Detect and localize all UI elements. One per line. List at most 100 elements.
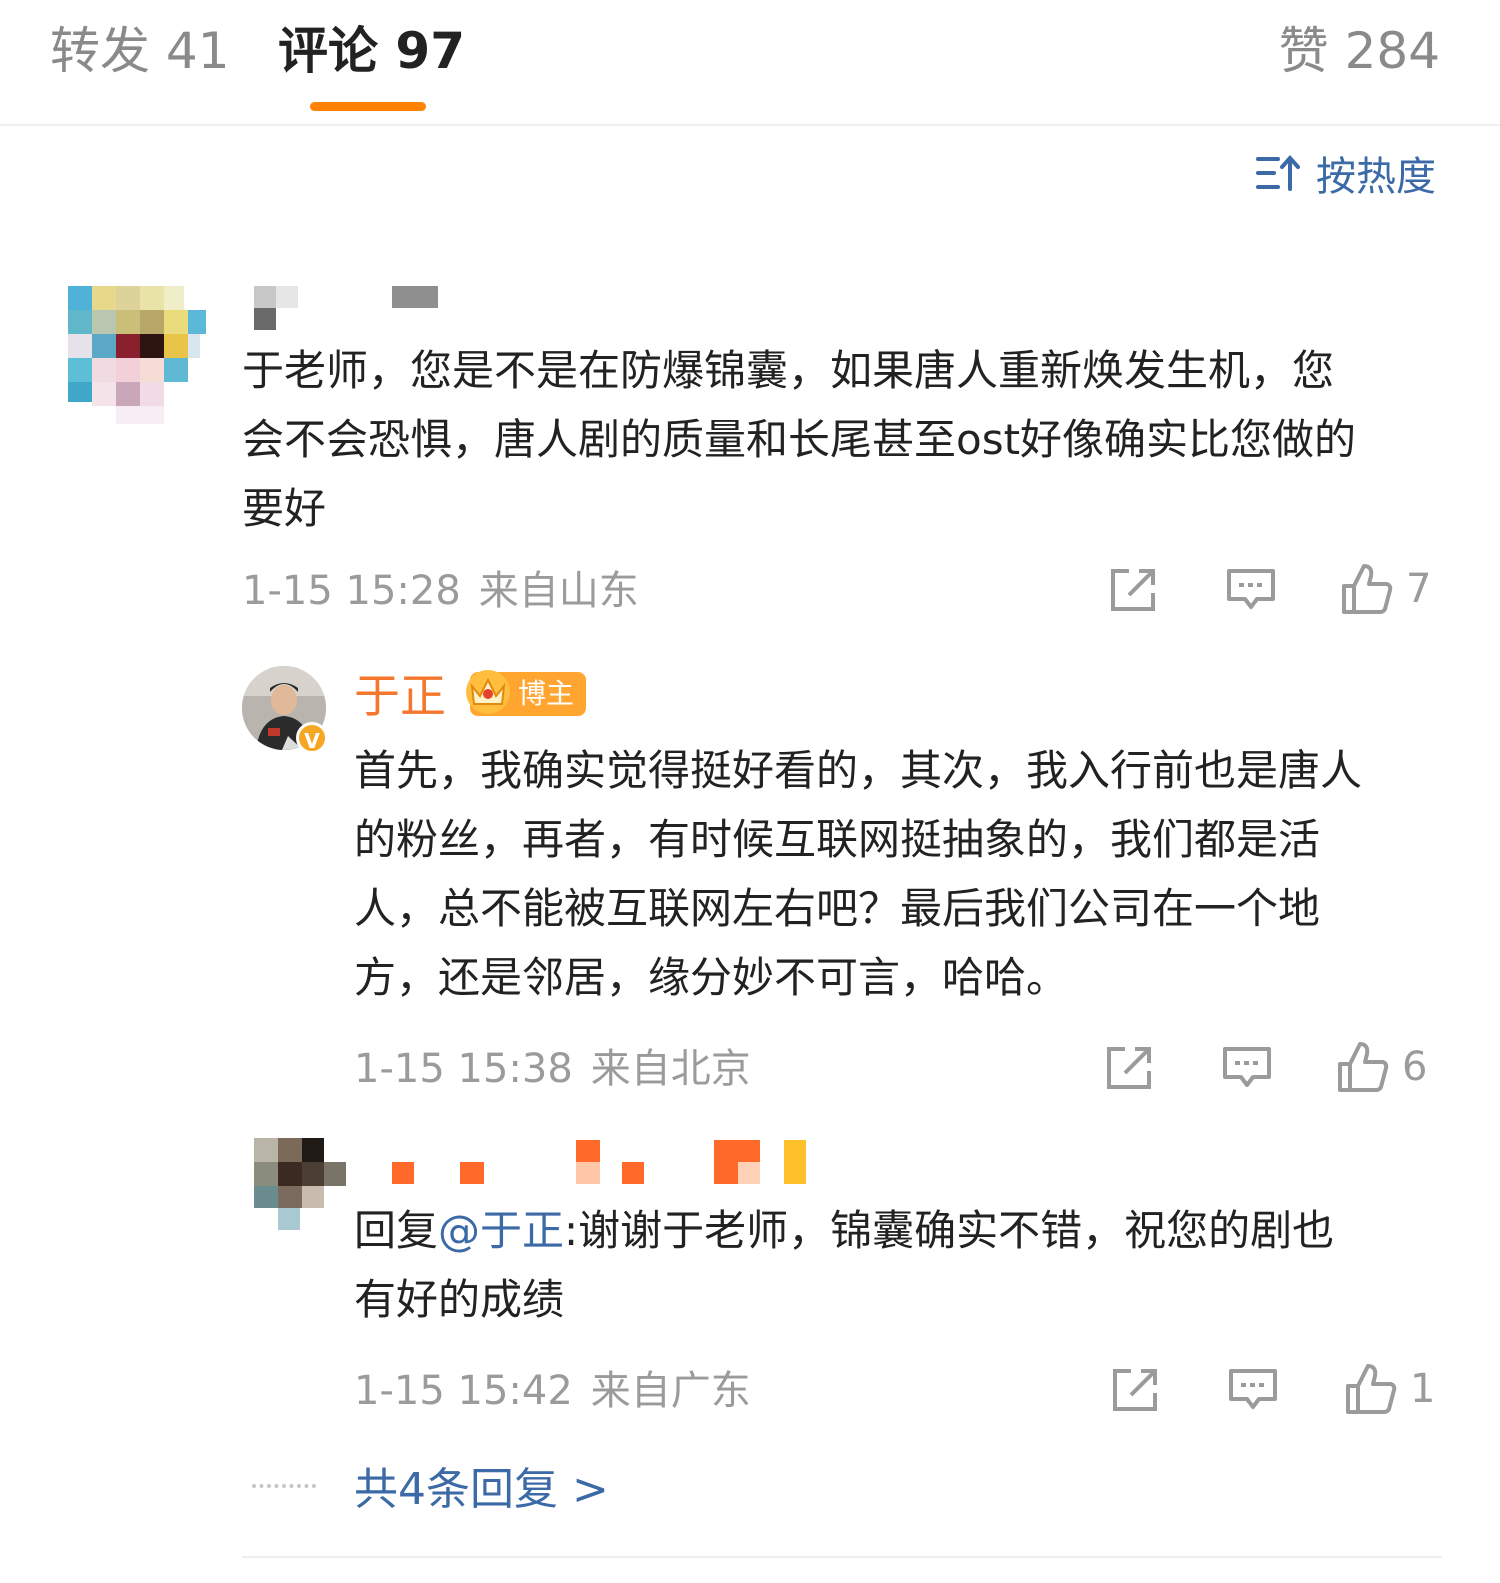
avatar-pixel (140, 358, 164, 382)
sort-label: 按热度 (1316, 154, 1436, 200)
avatar-pixel (68, 334, 92, 358)
share-icon (1111, 569, 1155, 611)
comment-icon (1223, 1047, 1271, 1087)
comment-body: 于老师，您是不是在防爆锦囊，如果唐人重新焕发生机，您 会不会恐惧，唐人剧的质量和… (242, 336, 1356, 543)
avatar-pixel (278, 1138, 302, 1162)
thumbs-up-icon (1338, 1042, 1389, 1092)
avatar-pixel (164, 334, 188, 358)
avatar-pixel (140, 382, 164, 406)
avatar-pixel (164, 358, 188, 382)
verified-icon: V (296, 722, 328, 754)
avatar-pixel (140, 286, 164, 310)
badge-label: 博主 (518, 677, 575, 710)
avatar-pixel (116, 286, 140, 310)
like-count: 7 (1406, 566, 1432, 612)
avatar-pixel (302, 1138, 324, 1162)
sort-by-hot-button[interactable]: 按热度 (1256, 148, 1436, 200)
tab-comments[interactable]: 评论 97 (278, 20, 465, 82)
reply-prefix: 回复 (354, 1206, 439, 1255)
reply-body: 首先，我确实觉得挺好看的，其次，我入行前也是唐人 的粉丝，再者，有时候互联网挺抽… (354, 736, 1362, 1012)
like-button[interactable]: 7 (1340, 562, 1431, 616)
avatar-pixel (164, 286, 184, 310)
timestamp: 1-15 15:38 (354, 1046, 573, 1092)
name-pixel (460, 1162, 484, 1184)
avatar-pixel (302, 1186, 324, 1208)
comment-meta: 1-15 15:28 来自山东 (242, 566, 639, 616)
blogger-badge: 博主 (466, 670, 587, 716)
avatar-pixel (68, 310, 92, 334)
reply-line: 人，总不能被互联网左右吧？最后我们公司在一个地 (354, 884, 1321, 933)
avatar-pixel (278, 1208, 300, 1230)
avatar-pixel (116, 310, 140, 334)
name-pixel (392, 1162, 414, 1184)
name-pixel (276, 286, 298, 308)
name-pixel (738, 1140, 760, 1162)
name-pixel (784, 1140, 806, 1184)
avatar-pixel (92, 310, 116, 334)
name-pixel (576, 1162, 600, 1184)
avatar-pixel (278, 1162, 302, 1186)
tab-repost[interactable]: 转发 41 (50, 20, 230, 82)
author-name[interactable]: 于正 (354, 668, 446, 724)
reply-meta: 1-15 15:38 来自北京 (354, 1044, 751, 1094)
avatar-pixel (68, 382, 92, 402)
crown-icon (466, 670, 510, 714)
name-pixel (714, 1140, 738, 1184)
avatar-pixel (116, 334, 140, 358)
like-button[interactable]: 1 (1344, 1362, 1435, 1416)
timestamp: 1-15 15:42 (354, 1368, 573, 1414)
name-pixel (392, 286, 438, 308)
share-button[interactable] (1108, 566, 1160, 614)
comment-icon (1227, 569, 1275, 609)
name-pixel (254, 286, 276, 308)
share-icon (1113, 1369, 1157, 1411)
reply-line: 首先，我确实觉得挺好看的，其次，我入行前也是唐人 (354, 746, 1363, 795)
view-all-replies-link[interactable]: 共4条回复 > (354, 1462, 609, 1518)
reply-button[interactable] (1226, 1366, 1280, 1414)
reply-button[interactable] (1224, 566, 1278, 614)
location: 来自广东 (590, 1368, 751, 1414)
location: 来自北京 (590, 1046, 751, 1092)
name-pixel (254, 308, 276, 330)
reply-line: 方，还是邻居，缘分妙不可言，哈哈。 (354, 953, 1069, 1002)
like-button[interactable]: 6 (1336, 1040, 1427, 1094)
reply-line: 的粉丝，再者，有时候互联网挺抽象的，我们都是活 (354, 815, 1321, 864)
avatar-pixel (140, 310, 164, 334)
thumbs-up-icon (1342, 564, 1393, 614)
avatar-pixel (278, 1186, 302, 1208)
sort-icon (1256, 154, 1300, 191)
mention-link[interactable]: @于正 (438, 1206, 564, 1255)
share-button[interactable] (1110, 1366, 1162, 1414)
avatar-pixel (116, 358, 140, 382)
avatar-pixel (92, 286, 116, 310)
reply-line: 有好的成绩 (354, 1275, 565, 1324)
share-icon (1107, 1047, 1151, 1089)
reply-meta: 1-15 15:42 来自广东 (354, 1366, 751, 1416)
avatar-pixel (92, 358, 116, 382)
avatar-pixel (324, 1162, 346, 1186)
share-button[interactable] (1104, 1044, 1156, 1092)
reply-button[interactable] (1220, 1044, 1274, 1092)
avatar-pixel (92, 382, 116, 406)
location: 来自山东 (478, 568, 639, 614)
reply-body: 回复@于正:谢谢于老师，锦囊确实不错，祝您的剧也 有好的成绩 (354, 1196, 1334, 1334)
timestamp: 1-15 15:28 (242, 568, 461, 614)
reply-line: 回复@于正:谢谢于老师，锦囊确实不错，祝您的剧也 (354, 1196, 1334, 1265)
name-pixel (738, 1162, 760, 1184)
name-pixel (576, 1140, 600, 1162)
comment-line: 于老师，您是不是在防爆锦囊，如果唐人重新焕发生机，您 (242, 346, 1335, 395)
comment-line: 要好 (242, 484, 327, 533)
like-count: 1 (1410, 1366, 1436, 1412)
comment-line: 会不会恐惧，唐人剧的质量和长尾甚至ost好像确实比您做的 (242, 415, 1357, 464)
tab-likes[interactable]: 赞 284 (1279, 20, 1440, 82)
avatar-pixel (188, 310, 206, 334)
tab-bar: 转发 41 评论 97 赞 284 (0, 0, 1500, 126)
avatar-pixel (164, 310, 188, 334)
avatar-pixel (254, 1138, 278, 1162)
like-count: 6 (1402, 1044, 1428, 1090)
divider (242, 1556, 1442, 1558)
comment-icon (1229, 1369, 1277, 1409)
avatar-pixel (254, 1186, 278, 1208)
avatar-pixel (254, 1162, 278, 1186)
avatar-pixel (188, 334, 200, 358)
